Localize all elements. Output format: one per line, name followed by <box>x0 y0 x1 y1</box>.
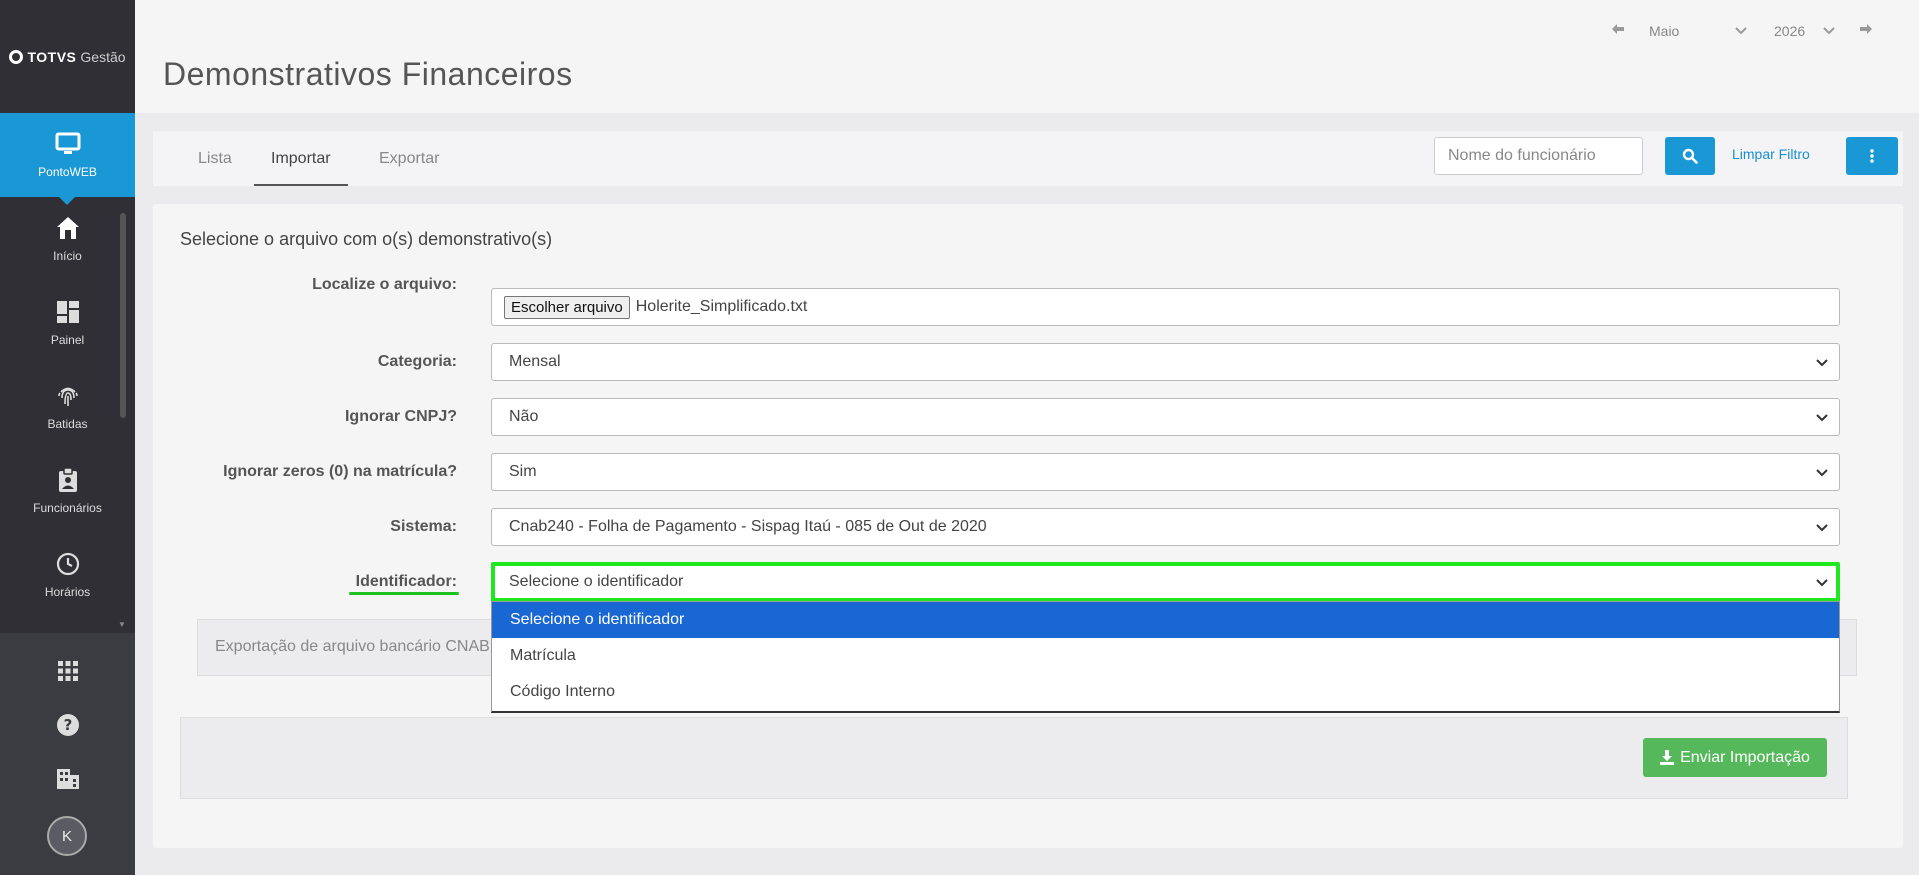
sidebar-item-pontoweb[interactable]: PontoWEB <box>0 113 135 205</box>
chevron-down-icon <box>1816 414 1828 422</box>
brand-logo: TOTVS Gestão <box>0 0 135 113</box>
form-title: Selecione o arquivo com o(s) demonstrati… <box>180 229 553 249</box>
ignore-cnpj-select[interactable]: Não <box>491 398 1840 436</box>
logo-light-text: Gestão <box>80 48 126 65</box>
monitor-icon <box>55 131 81 157</box>
dropdown-option[interactable]: Código Interno <box>492 674 1839 710</box>
logo-circle-icon <box>9 49 24 64</box>
scroll-down-arrow-icon[interactable]: ▼ <box>118 620 126 629</box>
badge-icon <box>55 467 81 493</box>
dropdown-option[interactable]: Selecione o identificador <box>492 602 1839 638</box>
clock-icon <box>55 551 81 577</box>
chevron-down-icon <box>1816 359 1828 367</box>
choose-file-button[interactable]: Escolher arquivo <box>504 295 630 319</box>
cnpj-value: Não <box>509 408 539 425</box>
sidebar-scrollbar[interactable] <box>120 213 126 418</box>
identificador-label: Identificador: <box>355 573 457 590</box>
search-icon <box>1682 148 1698 164</box>
dashboard-icon <box>55 299 81 325</box>
sistema-select[interactable]: Cnab240 - Folha de Pagamento - Sispag It… <box>491 508 1840 546</box>
employee-search-input[interactable] <box>1434 137 1643 175</box>
chevron-down-icon <box>1816 579 1828 587</box>
month-select[interactable]: Maio <box>1649 23 1679 39</box>
ignore-zeros-select[interactable]: Sim <box>491 453 1840 491</box>
sidebar-item-funcionarios[interactable]: Funcionários <box>0 449 135 533</box>
search-button[interactable] <box>1665 137 1715 175</box>
svg-text:?: ? <box>64 716 73 734</box>
categoria-select[interactable]: Mensal <box>491 343 1840 381</box>
prev-period-arrow-icon[interactable] <box>1611 22 1625 38</box>
sidebar-item-inicio[interactable]: Início <box>0 197 135 281</box>
sidebar-item-label: Painel <box>50 333 85 347</box>
home-icon <box>55 215 81 241</box>
year-chevron-down-icon[interactable] <box>1823 22 1835 38</box>
page-title: Demonstrativos Financeiros <box>163 56 573 92</box>
logo-bold-text: TOTVS <box>27 48 77 65</box>
avatar-initial: K <box>61 827 72 845</box>
categoria-label: Categoria: <box>377 353 457 370</box>
page-header: Demonstrativos Financeiros Maio 2026 <box>135 0 1919 113</box>
sidebar-item-label: Funcionários <box>33 501 102 515</box>
sidebar-item-batidas[interactable]: Batidas <box>0 365 135 449</box>
tab-importar[interactable]: Importar <box>254 131 348 186</box>
sistema-label: Sistema: <box>390 518 457 535</box>
sidebar-item-label: PontoWEB <box>38 165 97 179</box>
help-icon[interactable]: ? <box>55 712 81 738</box>
download-icon <box>1660 750 1675 765</box>
file-input[interactable]: Escolher arquivo Holerite_Simplificado.t… <box>491 288 1840 326</box>
apps-grid-icon[interactable] <box>55 658 81 684</box>
fingerprint-icon <box>55 383 81 409</box>
dropdown-option[interactable]: Matrícula <box>492 638 1839 674</box>
send-import-label: Enviar Importação <box>1680 748 1810 766</box>
identificador-select[interactable]: Selecione o identificador <box>491 562 1840 602</box>
sidebar-item-painel[interactable]: Painel <box>0 281 135 365</box>
tab-lista[interactable]: Lista <box>198 131 232 186</box>
identificador-label-underline <box>349 592 459 595</box>
info-text: Exportação de arquivo bancário CNAB <box>215 638 490 655</box>
identificador-value: Selecione o identificador <box>509 573 684 590</box>
chevron-down-icon <box>1816 469 1828 477</box>
sistema-value: Cnab240 - Folha de Pagamento - Sispag It… <box>509 518 987 535</box>
chevron-down-icon <box>1816 524 1828 532</box>
sidebar-item-label: Início <box>53 249 82 263</box>
month-chevron-down-icon[interactable] <box>1735 22 1747 38</box>
vertical-dots-icon <box>1870 149 1874 163</box>
form-footer <box>180 717 1848 799</box>
sidebar: TOTVS Gestão PontoWEB Início Painel Bati… <box>0 0 135 875</box>
clear-filter-link[interactable]: Limpar Filtro <box>1732 146 1810 162</box>
identificador-dropdown: Selecione o identificador Matrícula Códi… <box>491 601 1840 713</box>
file-label: Localize o arquivo: <box>312 276 457 293</box>
avatar[interactable]: K <box>47 816 87 856</box>
more-options-button[interactable] <box>1846 137 1898 175</box>
next-period-arrow-icon[interactable] <box>1859 22 1873 38</box>
tab-exportar[interactable]: Exportar <box>379 131 439 186</box>
file-name: Holerite_Simplificado.txt <box>635 298 808 315</box>
send-import-button[interactable]: Enviar Importação <box>1643 738 1827 777</box>
cnpj-label: Ignorar CNPJ? <box>344 408 457 425</box>
sidebar-item-horarios[interactable]: Horários <box>0 533 135 617</box>
zeros-value: Sim <box>509 463 537 480</box>
zeros-label: Ignorar zeros (0) na matrícula? <box>223 463 457 480</box>
categoria-value: Mensal <box>509 353 561 370</box>
year-select[interactable]: 2026 <box>1774 23 1805 39</box>
building-icon[interactable] <box>55 766 81 792</box>
sidebar-item-label: Horários <box>44 585 91 599</box>
sidebar-item-label: Batidas <box>47 417 88 431</box>
